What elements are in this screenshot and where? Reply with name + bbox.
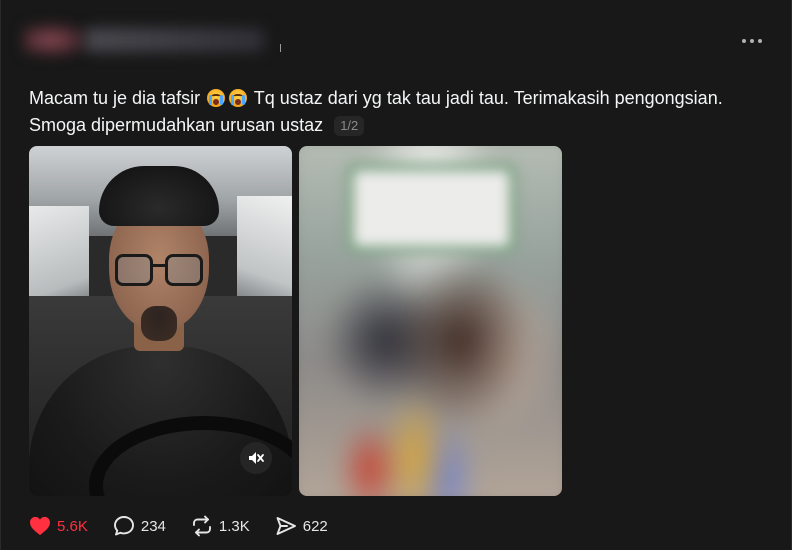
more-options-button[interactable] [739,36,765,46]
media-image-2-blurred[interactable] [299,146,562,496]
heart-icon [30,516,50,536]
avatar[interactable] [23,22,93,58]
more-icon [742,39,746,43]
comment-icon [113,516,134,536]
like-button[interactable]: 5.6K [29,513,88,539]
media-counter: 1/2 [334,116,365,136]
glasses-lens-left [115,254,153,286]
mute-icon [249,452,264,464]
more-icon-dot [758,39,762,43]
more-icon-dot [750,39,754,43]
repost-icon [192,515,211,537]
mute-button[interactable] [240,442,272,474]
share-icon [276,517,296,535]
post-caption: Macam tu je dia tafsir Tq ustaz dari yg … [29,85,769,139]
share-count: 622 [302,517,328,535]
glasses [115,254,203,288]
crying-face-emoji-icon [207,89,226,107]
person-beard [141,306,177,341]
glasses-bridge [153,264,165,267]
caption-text-3: Smoga dipermudahkan urusan ustaz [29,115,324,135]
separator-mark [280,44,281,52]
blurred-sign [354,171,509,246]
glasses-lens-right [165,254,203,286]
person-hair [99,166,219,226]
action-bar: 5.6K 234 1.3K 622 [29,513,353,539]
post-header [15,16,775,66]
author-name-redacted[interactable] [85,28,265,52]
comment-count: 234 [140,517,166,535]
share-button[interactable]: 622 [275,513,328,539]
post-card: Macam tu je dia tafsir Tq ustaz dari yg … [0,0,792,550]
caption-text-1: Macam tu je dia tafsir [29,88,201,108]
media-video-1[interactable] [29,146,292,496]
repost-count: 1.3K [218,517,250,535]
comment-button[interactable]: 234 [113,513,166,539]
caption-text-2: Tq ustaz dari yg tak tau jadi tau. Terim… [253,88,723,108]
repost-button[interactable]: 1.3K [191,513,250,539]
like-count: 5.6K [57,517,88,535]
crying-face-emoji-icon [229,89,248,107]
